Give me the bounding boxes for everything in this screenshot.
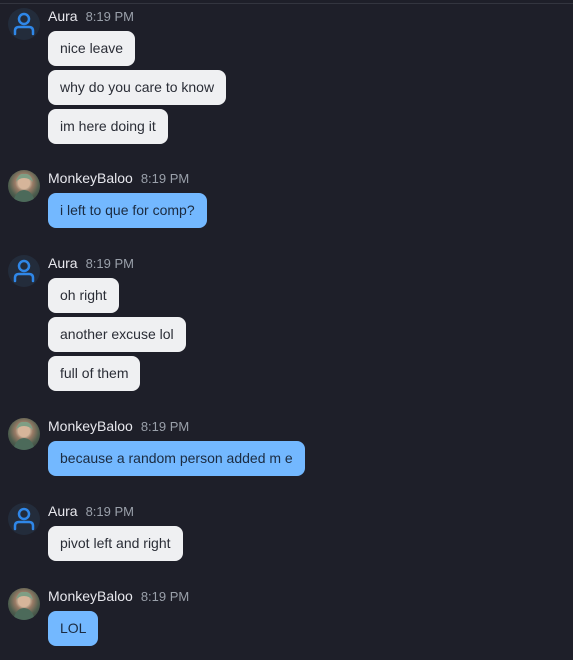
top-divider: [0, 3, 573, 4]
message-bubbles: because a random person added m e: [48, 441, 305, 476]
timestamp: 8:19 PM: [140, 171, 190, 186]
profile-photo-avatar[interactable]: [8, 418, 40, 450]
sender-name[interactable]: MonkeyBaloo: [48, 170, 133, 186]
message-header: MonkeyBaloo 8:19 PM: [48, 170, 189, 188]
message-bubbles: nice leave why do you care to know im he…: [48, 31, 227, 144]
sender-name[interactable]: MonkeyBaloo: [48, 418, 133, 434]
message-bubble[interactable]: nice leave: [48, 31, 136, 66]
message-bubble[interactable]: im here doing it: [48, 109, 168, 144]
message-bubble[interactable]: another excuse lol: [48, 317, 186, 352]
message-header: Aura 8:19 PM: [48, 255, 134, 273]
message-bubble[interactable]: why do you care to know: [48, 70, 227, 105]
timestamp: 8:19 PM: [85, 504, 134, 519]
message-bubble[interactable]: full of them: [48, 356, 141, 391]
profile-photo-avatar[interactable]: [8, 588, 40, 620]
message-bubbles: pivot left and right: [48, 526, 183, 561]
message-bubbles: oh right another excuse lol full of them: [48, 278, 186, 391]
timestamp: 8:19 PM: [85, 9, 134, 24]
message-bubbles: i left to que for comp?: [48, 193, 207, 228]
message-header: MonkeyBaloo 8:19 PM: [48, 588, 189, 606]
timestamp: 8:19 PM: [140, 419, 190, 434]
message-bubble[interactable]: oh right: [48, 278, 119, 313]
profile-photo-avatar[interactable]: [8, 170, 40, 202]
sender-name[interactable]: Aura: [48, 503, 78, 519]
message-bubble[interactable]: i left to que for comp?: [48, 193, 207, 228]
timestamp: 8:19 PM: [140, 589, 190, 604]
sender-name[interactable]: MonkeyBaloo: [48, 588, 133, 604]
message-header: Aura 8:19 PM: [48, 8, 134, 26]
timestamp: 8:19 PM: [85, 256, 134, 271]
message-bubble[interactable]: pivot left and right: [48, 526, 183, 561]
sender-name[interactable]: Aura: [48, 255, 78, 271]
message-header: Aura 8:19 PM: [48, 503, 134, 521]
message-bubble[interactable]: LOL: [48, 611, 99, 646]
default-user-icon[interactable]: [8, 503, 40, 535]
message-bubble[interactable]: because a random person added m e: [48, 441, 305, 476]
default-user-icon[interactable]: [8, 255, 40, 287]
message-bubbles: LOL: [48, 611, 99, 646]
message-header: MonkeyBaloo 8:19 PM: [48, 418, 189, 436]
default-user-icon[interactable]: [8, 8, 40, 40]
sender-name[interactable]: Aura: [48, 8, 78, 24]
